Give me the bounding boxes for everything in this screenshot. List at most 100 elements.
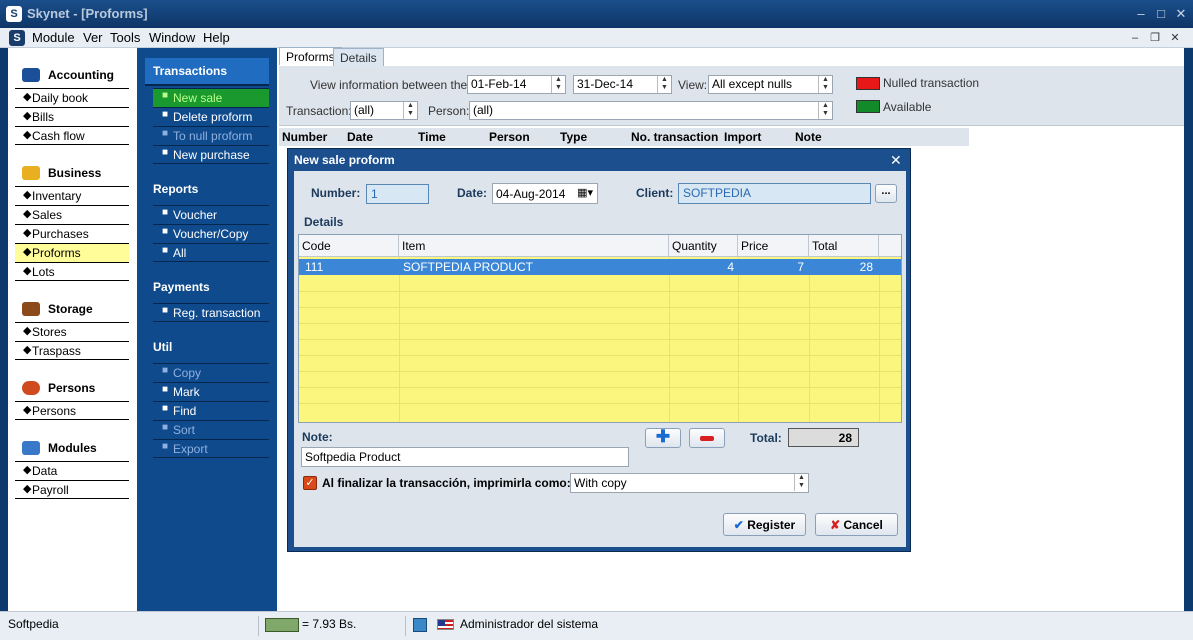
maximize-icon[interactable]: □	[1152, 5, 1170, 23]
spin-icon[interactable]: ▲ ▼	[818, 102, 832, 119]
dialog-close-icon[interactable]: ✕	[890, 152, 902, 169]
action-voucher[interactable]: ■ Voucher	[153, 205, 269, 224]
person-select[interactable]: (all) ▲ ▼	[469, 101, 833, 120]
action-voucher-copy[interactable]: ■ Voucher/Copy	[153, 224, 269, 243]
menu-ver[interactable]: Ver	[83, 30, 103, 45]
action-mark[interactable]: ■ Mark	[153, 382, 269, 401]
client-field[interactable]: SOFTPEDIA	[678, 183, 871, 204]
category-storage[interactable]: Storage	[8, 296, 137, 324]
client-browse-button[interactable]: ...	[875, 184, 897, 203]
category-accounting[interactable]: Accounting	[8, 62, 137, 90]
date-field[interactable]: 04-Aug-2014 ▦▾	[492, 183, 598, 204]
col-code[interactable]: Code	[299, 235, 399, 257]
person-label: Person:	[428, 104, 470, 118]
nav-item-purchases[interactable]: ◆ Purchases	[15, 224, 129, 243]
category-label: Persons	[48, 381, 96, 395]
date-to-field[interactable]: 31-Dec-14 ▲ ▼	[573, 75, 672, 94]
action-find[interactable]: ■ Find	[153, 401, 269, 420]
action-all[interactable]: ■ All	[153, 243, 269, 262]
transaction-label: Transaction:	[286, 104, 352, 118]
spin-icon[interactable]: ▲ ▼	[403, 102, 417, 119]
action-new-sale[interactable]: ■ New sale	[153, 88, 269, 107]
total-label: Total:	[750, 431, 782, 445]
col-import[interactable]: Import	[724, 130, 761, 144]
nav-item-lots[interactable]: ◆ Lots	[15, 262, 129, 281]
people-icon	[22, 381, 40, 395]
col-time[interactable]: Time	[418, 130, 446, 144]
cell-code: 111	[305, 260, 324, 274]
action-sort[interactable]: ■ Sort	[153, 420, 269, 439]
view-select[interactable]: All except nulls ▲ ▼	[708, 75, 833, 94]
print-label: Al finalizar la transacción, imprimirla …	[322, 476, 571, 490]
number-field[interactable]: 1	[366, 184, 429, 204]
spin-icon[interactable]: ▲ ▼	[794, 474, 808, 491]
menu-window[interactable]: Window	[149, 30, 195, 45]
new-sale-dialog: New sale proform ✕ Number: 1 Date: 04-Au…	[287, 148, 911, 552]
print-mode-select[interactable]: With copy ▲ ▼	[570, 473, 809, 493]
add-row-button[interactable]: ✚	[645, 428, 681, 448]
print-checkbox[interactable]: ✓	[303, 476, 317, 490]
nav-item-daily-book[interactable]: ◆ Daily book	[15, 88, 129, 107]
tab-details[interactable]: Details	[333, 48, 384, 66]
action-new-purchase[interactable]: ■ New purchase	[153, 145, 269, 164]
menu-help[interactable]: Help	[203, 30, 230, 45]
action-export[interactable]: ■ Export	[153, 439, 269, 458]
nav-item-sales[interactable]: ◆ Sales	[15, 205, 129, 224]
col-no-transaction[interactable]: No. transaction	[631, 130, 718, 144]
remove-row-button[interactable]	[689, 428, 725, 448]
spin-icon[interactable]: ▲ ▼	[657, 76, 671, 93]
col-item[interactable]: Item	[399, 235, 669, 257]
nav-item-stores[interactable]: ◆ Stores	[15, 322, 129, 341]
category-persons[interactable]: Persons	[8, 375, 137, 403]
col-quantity[interactable]: Quantity	[669, 235, 738, 257]
register-button[interactable]: ✔ Register	[723, 513, 806, 536]
exchange-rate: = 7.93 Bs.	[302, 617, 357, 631]
nav-item-bills[interactable]: ◆ Bills	[15, 107, 129, 126]
total-value: 28	[788, 428, 859, 447]
col-price[interactable]: Price	[738, 235, 809, 257]
app-menu-icon[interactable]: S	[9, 30, 25, 46]
category-business[interactable]: Business	[8, 160, 137, 188]
col-date[interactable]: Date	[347, 130, 373, 144]
plus-icon: ✚	[655, 427, 671, 446]
action-nav: Transactions ■ New sale ■ Delete proform ■…	[137, 48, 277, 611]
child-restore-icon[interactable]: ❐	[1148, 31, 1162, 45]
child-close-icon[interactable]: ✕	[1168, 31, 1182, 45]
right-edge	[1184, 48, 1193, 611]
category-label: Modules	[48, 441, 97, 455]
nav-item-persons[interactable]: ◆ Persons	[15, 401, 129, 420]
nav-item-traspass[interactable]: ◆ Traspass	[15, 341, 129, 360]
col-number[interactable]: Number	[282, 130, 327, 144]
nav-item-proforms[interactable]: ◆ Proforms	[15, 243, 129, 262]
action-copy[interactable]: ■ Copy	[153, 363, 269, 382]
cell-price: 7	[797, 260, 804, 274]
menu-tools[interactable]: Tools	[110, 30, 140, 45]
spin-icon[interactable]: ▲ ▼	[551, 76, 565, 93]
action-delete-proform[interactable]: ■ Delete proform	[153, 107, 269, 126]
date-from-field[interactable]: 01-Feb-14 ▲ ▼	[467, 75, 566, 94]
action-to-null-proform[interactable]: ■ To null proform	[153, 126, 269, 145]
action-reg-transaction[interactable]: ■ Reg. transaction	[153, 303, 269, 322]
nav-item-payroll[interactable]: ◆ Payroll	[15, 480, 129, 499]
transaction-select[interactable]: (all) ▲ ▼	[350, 101, 418, 120]
minimize-icon[interactable]: –	[1132, 5, 1150, 23]
section-transactions: Transactions	[145, 58, 269, 86]
calendar-icon[interactable]: ▦▾	[577, 186, 593, 199]
child-minimize-icon[interactable]: –	[1128, 31, 1142, 45]
col-note[interactable]: Note	[795, 130, 822, 144]
details-label: Details	[304, 215, 344, 229]
col-total[interactable]: Total	[809, 235, 879, 257]
cancel-button[interactable]: ✘ Cancel	[815, 513, 898, 536]
spin-icon[interactable]: ▲ ▼	[818, 76, 832, 93]
col-type[interactable]: Type	[560, 130, 587, 144]
col-person[interactable]: Person	[489, 130, 530, 144]
nav-item-cash-flow[interactable]: ◆ Cash flow	[15, 126, 129, 145]
category-modules[interactable]: Modules	[8, 435, 137, 463]
nav-item-data[interactable]: ◆ Data	[15, 461, 129, 480]
note-field[interactable]: Softpedia Product	[301, 447, 629, 467]
nav-item-inventary[interactable]: ◆ Inventary	[15, 186, 129, 205]
close-icon[interactable]: ✕	[1172, 5, 1190, 23]
menu-module[interactable]: Module	[32, 30, 75, 45]
cell-item: SOFTPEDIA PRODUCT	[403, 260, 534, 274]
table-row[interactable]: 111 SOFTPEDIA PRODUCT 4 7 28	[299, 259, 901, 275]
